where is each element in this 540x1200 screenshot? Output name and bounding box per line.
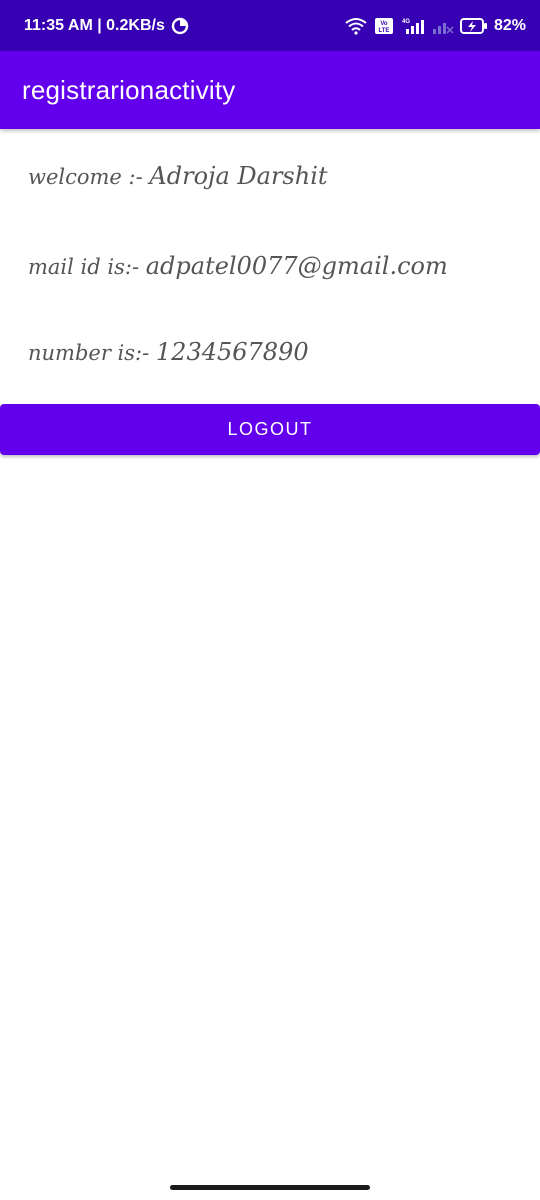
welcome-text: welcome :- Adroja Darshit (28, 162, 328, 190)
user-email: adpatel0077@gmail.com (145, 252, 448, 280)
wifi-icon (344, 17, 368, 35)
user-name: Adroja Darshit (149, 162, 328, 190)
logout-button[interactable]: LOGOUT (0, 404, 540, 455)
signal-icon: 4G (400, 17, 426, 35)
app-bar: registrarionactivity (0, 51, 540, 129)
battery-percent: 82% (493, 16, 526, 34)
svg-text:Vo: Vo (380, 21, 388, 27)
battery-charging-icon (459, 17, 488, 35)
page-title: registrarionactivity (22, 74, 236, 105)
status-time: 11:35 AM | 0.2KB/s (24, 16, 165, 34)
number-label: number is:- (28, 341, 150, 365)
volte-icon: Vo LTE (374, 17, 394, 35)
mail-label: mail id is:- (28, 255, 140, 279)
signal-empty-icon (432, 17, 454, 35)
user-number: 1234567890 (155, 338, 309, 366)
welcome-label: welcome :- (28, 165, 143, 189)
home-indicator[interactable] (170, 1185, 370, 1190)
data-saver-icon (171, 17, 189, 35)
mail-text: mail id is:- adpatel0077@gmail.com (28, 252, 448, 280)
status-bar: 11:35 AM | 0.2KB/s Vo LTE 4G 82% (0, 0, 540, 51)
status-right: Vo LTE 4G 82% (344, 17, 526, 35)
svg-text:LTE: LTE (379, 28, 390, 34)
number-text: number is:- 1234567890 (28, 338, 309, 366)
svg-text:4G: 4G (402, 19, 410, 25)
status-left: 11:35 AM | 0.2KB/s (24, 17, 189, 35)
